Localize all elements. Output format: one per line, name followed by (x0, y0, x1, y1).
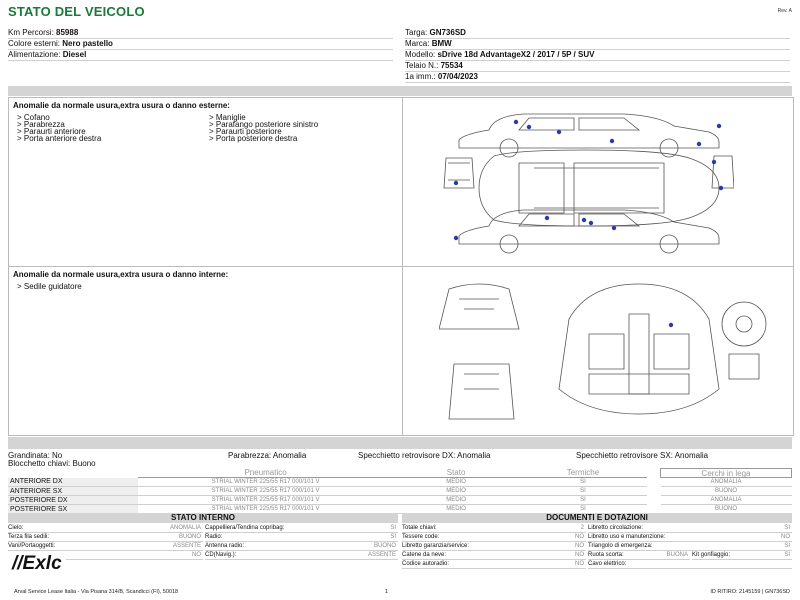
table-row: Libretto garanzia/service: NO (402, 543, 586, 551)
table-row: POSTERIORE DX STRIAL WINTER 225/55 R17 0… (8, 495, 792, 505)
car-exterior-diagram (443, 113, 734, 254)
stato-interno-table: Cielo: ANOMALIA Cappelliera/Tendina copri… (8, 524, 398, 560)
table-row: Totale chiavi: 2 (402, 525, 586, 533)
footer-page-number: 1 (385, 589, 389, 595)
table-row: Cavo elettrico: (588, 560, 792, 569)
tyre-header-row: Pneumatico Stato Termiche Cerchi in lega (8, 468, 792, 478)
external-damage-list-2: > Maniglie > Parafango posteriore sinist… (209, 114, 318, 143)
internal-damage-list: > Sedile guidatore (17, 282, 82, 291)
tyre-header-termiche: Termiche (519, 468, 647, 478)
table-row: Ruota scorta: BUONA (588, 552, 690, 560)
field-alimentazione: Alimentazione: Diesel (8, 49, 393, 61)
table-row: Cappelliera/Tendina copribag: SI (205, 525, 398, 533)
footer-id: ID RITIRO: 2145159 | GN736SD (710, 589, 790, 595)
tyre-table: Pneumatico Stato Termiche Cerchi in lega… (8, 468, 792, 514)
table-row: Radio: SI (205, 534, 398, 542)
section-band (8, 86, 792, 96)
footer-address: Arval Service Lease Italia - Via Pisana … (14, 589, 179, 595)
table-row: Libretto circolazione: SI (588, 525, 792, 533)
table-row: CD(Navig.): ASSENTE (205, 552, 398, 560)
table-row: Kit gonfiaggio: SI (692, 552, 792, 560)
company-logo: //Exlc (8, 553, 66, 575)
external-damage-section: Anomalie da normale usura,extra usura o … (8, 97, 794, 267)
documenti-table: Totale chiavi: 2 Libretto circolazione: SI… (402, 524, 792, 569)
tyre-header-stato: Stato (392, 468, 520, 478)
table-row: Cielo: ANOMALIA (8, 525, 203, 533)
table-row: Libretto uso e manutenzione: NO (588, 534, 792, 542)
stato-interno-title: STATO INTERNO (8, 513, 398, 523)
internal-damage-title: Anomalie da normale usura,extra usura o … (13, 270, 229, 279)
list-item: > Porta anteriore destra (17, 134, 102, 143)
car-interior-diagram (439, 283, 767, 420)
field-immatricolazione: 1a imm.: 07/04/2023 (405, 71, 790, 83)
specchietto-dx-status: Specchietto retrovisore DX: Anomalia (358, 451, 491, 460)
table-row: ANTERIORE SX STRIAL WINTER 225/55 R17 00… (8, 486, 792, 496)
internal-damage-section: Anomalie da normale usura,extra usura o … (8, 266, 794, 436)
vehicle-fields: Km Percorsi: 85988 Colore esterni: Nero … (0, 0, 800, 90)
table-row: Terza fila sedili: BUONO (8, 534, 203, 542)
section-band (8, 437, 792, 449)
list-item: > Sedile guidatore (17, 282, 82, 291)
list-item: > Porta posteriore destra (209, 134, 298, 143)
blocchetto-status: Blocchetto chiavi: Buono (8, 459, 96, 468)
table-row: Catene da neve: NO (402, 552, 586, 560)
table-row: Vani/Portaoggetti: ASSENTE (8, 543, 203, 551)
table-row: Tessere code: NO (402, 534, 586, 542)
table-row: ANTERIORE DX STRIAL WINTER 225/55 R17 00… (8, 477, 792, 487)
tyre-header-cerchi: Cerchi in lega (660, 468, 792, 478)
tyre-header-pneumatico: Pneumatico (138, 468, 393, 478)
external-damage-list-1: > Cofano > Parabrezza > Paraurti anterio… (17, 114, 102, 143)
external-damage-title: Anomalie da normale usura,extra usura o … (13, 101, 230, 110)
documenti-title: DOCUMENTI E DOTAZIONI (402, 513, 792, 523)
specchietto-sx-status: Specchietto retrovisore SX: Anomalia (576, 451, 709, 460)
parabrezza-status: Parabrezza: Anomalia (228, 451, 307, 460)
table-row: Codice autoradio: NO (402, 561, 586, 569)
table-row: Antenna radio: BUONO (205, 543, 398, 551)
table-row: Triangolo di emergenza: SI (588, 543, 792, 551)
